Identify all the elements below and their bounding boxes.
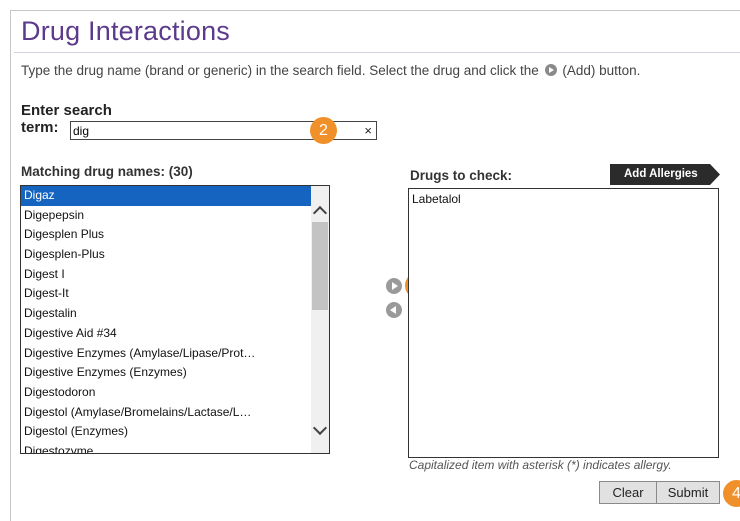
callout-2: 2 <box>310 117 337 144</box>
list-item[interactable]: Digestive Enzymes (Amylase/Lipase/Prot… <box>21 344 312 364</box>
scroll-thumb[interactable] <box>312 222 328 310</box>
remove-drug-button[interactable] <box>386 302 402 318</box>
instructions-after: (Add) button. <box>562 63 641 78</box>
submit-button[interactable]: Submit <box>656 481 720 504</box>
matching-drugs-listbox[interactable]: Digaz Digepepsin Digesplen Plus Digesplen-P… <box>20 185 330 454</box>
list-item[interactable]: Digestol (Enzymes) <box>21 422 312 442</box>
clear-search-icon[interactable]: × <box>364 122 372 139</box>
list-item[interactable]: Digaz <box>21 186 312 206</box>
list-item[interactable]: Digestive Enzymes (Enzymes) <box>21 363 312 383</box>
check-list-item[interactable]: Labetalol <box>409 189 718 209</box>
drugs-to-check-label: Drugs to check: <box>410 168 513 183</box>
allergy-note: Capitalized item with asterisk (*) indic… <box>409 458 672 472</box>
instructions-text: Type the drug name (brand or generic) in… <box>21 63 640 78</box>
list-item[interactable]: Digest I <box>21 265 312 285</box>
title-divider <box>14 52 740 53</box>
add-circle-icon <box>544 64 557 76</box>
chevron-down-icon <box>312 420 328 436</box>
drugs-to-check-list[interactable]: Labetalol <box>408 188 719 458</box>
list-item[interactable]: Digestive Aid #34 <box>21 324 312 344</box>
list-item[interactable]: Digesplen Plus <box>21 225 312 245</box>
list-item[interactable]: Digestozyme <box>21 442 312 453</box>
list-item[interactable]: Digestodoron <box>21 383 312 403</box>
matching-drugs-label: Matching drug names: (30) <box>21 164 193 179</box>
scroll-up-button[interactable] <box>311 202 329 221</box>
page-title: Drug Interactions <box>21 16 230 46</box>
instructions-before: Type the drug name (brand or generic) in… <box>21 63 539 78</box>
list-item[interactable]: Digest-It <box>21 284 312 304</box>
clear-button[interactable]: Clear <box>599 481 657 504</box>
chevron-up-icon <box>312 205 328 221</box>
scroll-down-button[interactable] <box>311 420 329 439</box>
add-drug-button[interactable] <box>386 278 402 294</box>
list-item[interactable]: Digesplen-Plus <box>21 245 312 265</box>
search-label-line1: Enter search <box>21 102 112 119</box>
list-item[interactable]: Digepepsin <box>21 206 312 226</box>
add-allergies-button[interactable]: Add Allergies <box>610 164 720 185</box>
list-item[interactable]: Digestalin <box>21 304 312 324</box>
list-item[interactable]: Digestol (Amylase/Bromelains/Lactase/L… <box>21 403 312 423</box>
matching-drugs-list: Digaz Digepepsin Digesplen Plus Digesplen-P… <box>21 186 312 453</box>
listbox-scrollbar[interactable] <box>311 186 329 453</box>
